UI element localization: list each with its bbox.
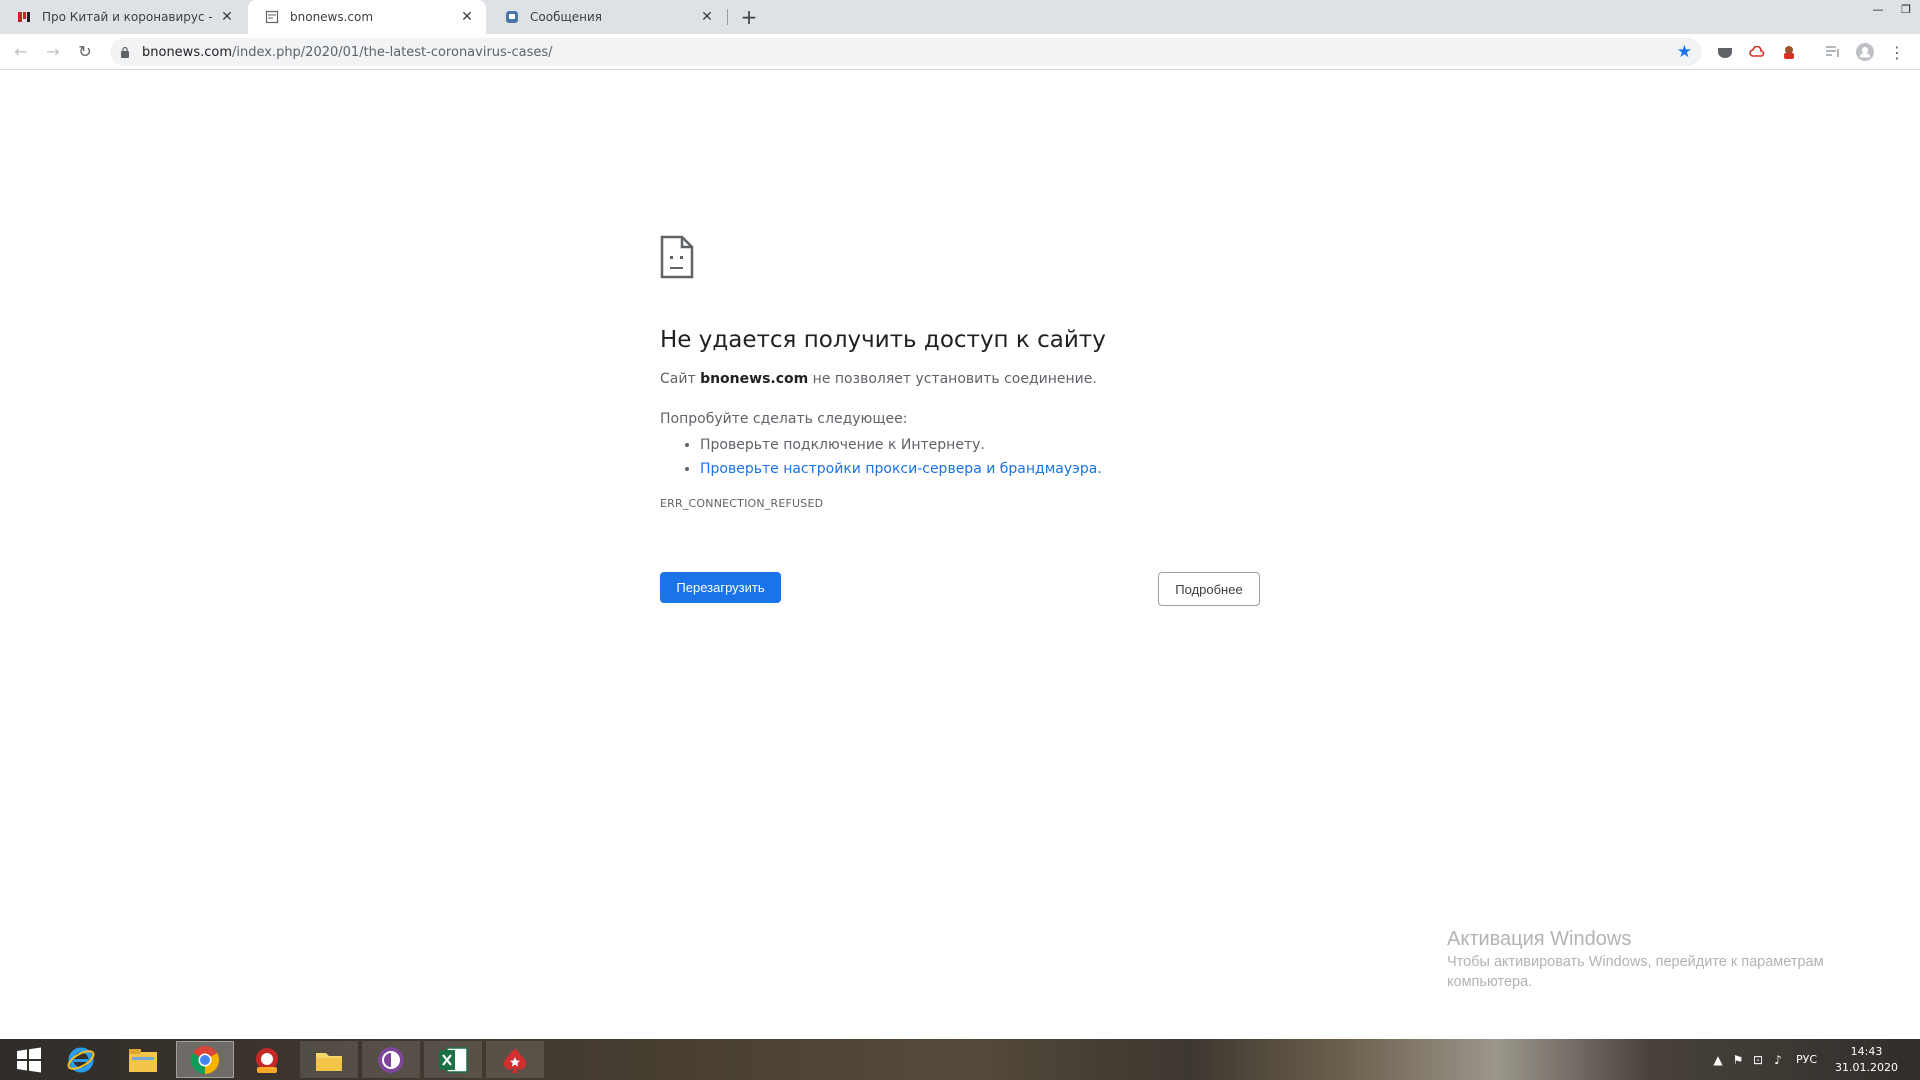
- poker-app[interactable]: [238, 1041, 296, 1078]
- extension-cloud-icon[interactable]: [1748, 43, 1766, 61]
- restore-button[interactable]: ❐: [1892, 0, 1920, 20]
- back-button[interactable]: ←: [10, 41, 32, 63]
- tab-bnonews[interactable]: bnonews.com ✕: [248, 0, 486, 34]
- tab-separator: [727, 9, 728, 25]
- volume-icon[interactable]: ♪: [1768, 1053, 1788, 1067]
- extension-avatar-icon[interactable]: [1780, 43, 1798, 61]
- action-center-flag-icon[interactable]: ⚑: [1728, 1053, 1748, 1067]
- error-container: Не удается получить доступ к сайту Сайт …: [660, 235, 1260, 510]
- file-explorer-app[interactable]: [114, 1041, 172, 1078]
- lock-icon: [121, 46, 129, 58]
- clock-time: 14:43: [1850, 1044, 1883, 1058]
- tab-title: Сообщения: [530, 10, 603, 24]
- windows-activation-watermark: Активация Windows Чтобы активировать Win…: [1447, 926, 1867, 992]
- address-bar[interactable]: bnonews.com/index.php/2020/01/the-latest…: [110, 38, 1702, 66]
- tab-strip: Про Китай и коронавирус - ЯП ✕ bnonews.c…: [0, 0, 1920, 34]
- forward-button[interactable]: →: [42, 41, 64, 63]
- sad-page-icon: [660, 235, 694, 279]
- error-code: ERR_CONNECTION_REFUSED: [660, 497, 824, 510]
- suggestion-check-proxy: Проверьте настройки прокси-сервера и бра…: [700, 457, 1260, 481]
- reload-button[interactable]: Перезагрузить: [660, 572, 781, 603]
- pokerstars-app[interactable]: [486, 1041, 544, 1078]
- tab-vk-messages[interactable]: Сообщения ✕: [488, 0, 726, 34]
- language-indicator[interactable]: РУС: [1796, 1053, 1817, 1066]
- profile-avatar-icon[interactable]: [1856, 43, 1874, 61]
- broken-page-favicon-icon: [264, 9, 280, 25]
- pokerstars-icon: [504, 1047, 526, 1073]
- windows-taskbar: ▲ ⚑ ⊡ ♪ РУС 14:43 31.01.2020: [0, 1039, 1920, 1080]
- tab-yaplakal[interactable]: Про Китай и коронавирус - ЯП ✕: [0, 0, 246, 34]
- url-host: bnonews.com: [142, 45, 232, 60]
- system-tray: ▲ ⚑ ⊡ ♪ РУС 14:43 31.01.2020: [1708, 1039, 1920, 1080]
- page-content: Не удается получить доступ к сайту Сайт …: [0, 71, 1920, 1039]
- excel-icon: [439, 1046, 468, 1073]
- tab-close-icon[interactable]: ✕: [458, 8, 476, 26]
- clock[interactable]: 14:43 31.01.2020: [1835, 1044, 1898, 1076]
- bookmark-star-icon[interactable]: ★: [1677, 42, 1692, 62]
- watermark-title: Активация Windows: [1447, 928, 1632, 950]
- proxy-settings-link[interactable]: Проверьте настройки прокси-сервера и бра…: [700, 461, 1102, 477]
- file-explorer-icon: [129, 1048, 157, 1072]
- vk-messages-favicon-icon: [504, 9, 520, 25]
- menu-kebab-icon[interactable]: ⋮: [1888, 43, 1906, 62]
- new-tab-button[interactable]: +: [738, 6, 760, 28]
- tab-close-icon[interactable]: ✕: [218, 8, 236, 26]
- windows-logo-icon: [17, 1047, 41, 1072]
- watermark-text: Чтобы активировать Windows, перейдите к …: [1447, 954, 1824, 990]
- tab-title: bnonews.com: [290, 10, 374, 24]
- details-button[interactable]: Подробнее: [1158, 572, 1260, 606]
- screen: Про Китай и коронавирус - ЯП ✕ bnonews.c…: [0, 0, 1920, 1080]
- summary-prefix: Сайт: [660, 371, 701, 387]
- extension-shield-icon[interactable]: [1716, 43, 1734, 61]
- show-hidden-icons-icon[interactable]: ▲: [1708, 1053, 1728, 1067]
- folder-icon: [316, 1052, 342, 1071]
- yaplakal-favicon-icon: [16, 9, 32, 25]
- suggestion-check-connection: Проверьте подключение к Интернету.: [700, 433, 1260, 457]
- tor-browser-app[interactable]: [362, 1041, 420, 1078]
- browser-toolbar: ← → ↻ bnonews.com/index.php/2020/01/the-…: [0, 34, 1920, 70]
- internet-explorer-icon: [67, 1047, 95, 1072]
- folder-app[interactable]: [300, 1041, 358, 1078]
- error-summary: Сайт bnonews.com не позволяет установить…: [660, 369, 1260, 389]
- tor-browser-icon: [378, 1046, 404, 1073]
- url-text: bnonews.com/index.php/2020/01/the-latest…: [142, 45, 553, 60]
- start-button[interactable]: [0, 1041, 58, 1078]
- tab-close-icon[interactable]: ✕: [698, 8, 716, 26]
- summary-host: bnonews.com: [700, 371, 809, 387]
- poker-chip-icon: [256, 1047, 278, 1073]
- suggestions-label: Попробуйте сделать следующее:: [660, 411, 908, 427]
- minimize-button[interactable]: —: [1864, 0, 1892, 20]
- error-heading: Не удается получить доступ к сайту: [660, 327, 1106, 353]
- tab-title: Про Китай и коронавирус - ЯП: [42, 10, 212, 24]
- chrome-icon: [191, 1045, 219, 1074]
- internet-explorer-app[interactable]: [52, 1041, 110, 1078]
- window-controls: — ❐: [1864, 0, 1920, 20]
- suggestions-list: Проверьте подключение к Интернету. Прове…: [660, 433, 1260, 481]
- chrome-app[interactable]: [176, 1041, 234, 1078]
- summary-suffix: не позволяет установить соединение.: [808, 371, 1097, 387]
- clock-date: 31.01.2020: [1835, 1060, 1898, 1074]
- excel-app[interactable]: [424, 1041, 482, 1078]
- media-queue-icon[interactable]: [1824, 43, 1842, 61]
- reload-icon[interactable]: ↻: [74, 41, 96, 63]
- network-icon[interactable]: ⊡: [1748, 1053, 1768, 1067]
- url-path: /index.php/2020/01/the-latest-coronaviru…: [231, 45, 553, 60]
